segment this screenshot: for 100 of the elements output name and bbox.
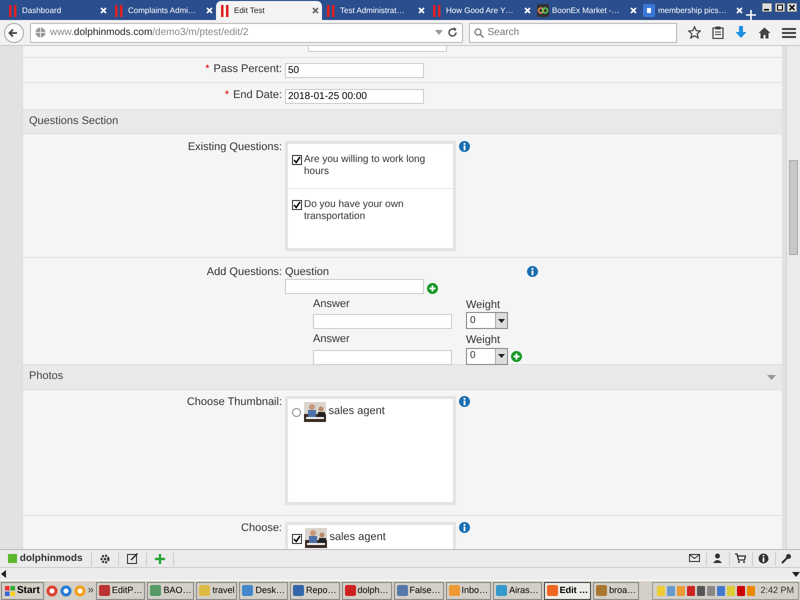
maximize-icon[interactable] [774, 2, 784, 12]
info-icon[interactable] [758, 553, 769, 564]
clock: 2:42 PM [760, 585, 794, 596]
globe-icon [35, 27, 46, 38]
info-icon [459, 522, 470, 533]
settings-icon[interactable] [100, 554, 110, 564]
taskbar-button[interactable]: Edit … [544, 582, 592, 600]
star-icon[interactable] [688, 26, 701, 39]
browser-tab[interactable]: BoonEx Market -… [534, 1, 640, 20]
wrench-icon[interactable] [781, 553, 792, 564]
checkbox[interactable] [292, 200, 302, 210]
favicon-icon [219, 4, 231, 17]
clipboard-icon[interactable] [712, 26, 724, 39]
field-label: Weight [466, 299, 502, 312]
browser-tab[interactable]: Test Administrat… [322, 1, 428, 20]
required-mark: * [224, 89, 230, 102]
dropdown-icon[interactable] [434, 30, 442, 36]
app-icon [98, 585, 110, 596]
checkbox[interactable] [292, 534, 302, 544]
windows-logo-icon [5, 586, 15, 596]
user-icon[interactable] [712, 553, 723, 564]
add-icon[interactable] [154, 554, 165, 564]
text-field[interactable] [313, 350, 452, 365]
search-field[interactable]: Search [468, 22, 676, 42]
app-icon [546, 585, 558, 596]
download-icon[interactable] [735, 26, 747, 39]
taskbar-button[interactable]: dolph… [342, 582, 392, 600]
start-button[interactable]: Start [1, 582, 44, 600]
taskbar-button[interactable]: Inbo… [446, 582, 492, 600]
scrollbar[interactable] [786, 46, 800, 549]
field-label: Pass Percent: [214, 63, 282, 76]
app-icon [448, 585, 460, 596]
taskbar-button[interactable]: Airas… [493, 582, 542, 600]
favicon-icon [431, 4, 443, 17]
cart-icon[interactable] [735, 553, 746, 564]
favicon-icon [7, 4, 19, 17]
browser-tab[interactable]: How Good Are Y… [428, 1, 534, 20]
required-mark: * [205, 63, 210, 76]
app-icon[interactable] [60, 584, 72, 596]
info-icon [459, 396, 470, 407]
favicon-icon [537, 4, 549, 17]
browser-tab[interactable]: Edit Test [216, 1, 322, 20]
caret-icon [498, 354, 505, 358]
section-title: Questions Section [29, 114, 118, 128]
favicon-icon [643, 4, 655, 17]
arrow-left-icon[interactable] [0, 570, 8, 578]
question-text: Do you have your own transportation [304, 199, 405, 223]
info-icon [527, 266, 538, 277]
app-icon [596, 585, 608, 596]
text-field[interactable]: 2018-01-25 00:00 [285, 88, 424, 104]
radio-button[interactable] [292, 408, 301, 416]
add-icon[interactable] [426, 283, 438, 294]
app-icon [292, 585, 304, 596]
edit-icon[interactable] [126, 553, 138, 564]
mail-icon[interactable] [689, 553, 700, 564]
close-icon[interactable] [787, 2, 798, 12]
photo-caption: sales agent [330, 531, 386, 545]
app-icon[interactable] [46, 584, 58, 596]
menu-icon[interactable] [782, 26, 796, 38]
taskbar-button[interactable]: travel [196, 582, 238, 600]
weight-select[interactable]: 0 [466, 348, 508, 365]
more-button[interactable]: » [88, 584, 94, 598]
taskbar-button[interactable]: False… [394, 582, 444, 600]
back-icon[interactable] [4, 22, 24, 42]
text-field[interactable] [285, 279, 424, 294]
field-label: Answer [313, 298, 351, 312]
field-label: End Date: [233, 89, 282, 102]
scrollbar[interactable] [0, 567, 800, 580]
minimize-icon[interactable] [762, 2, 772, 12]
field-label: Question [285, 266, 330, 280]
question-text: Are you willing to work long hours [304, 154, 426, 178]
field-label: Add Questions: [206, 266, 282, 278]
input-field[interactable] [308, 46, 447, 52]
site-name[interactable]: dolphinmods [20, 552, 83, 564]
add-icon[interactable] [510, 350, 522, 362]
taskbar-button[interactable]: Repo… [290, 582, 340, 600]
browser-tab[interactable]: Complaints Admi… [110, 1, 216, 20]
browser-tab[interactable]: membership pics… [640, 1, 746, 20]
scroll-thumb[interactable] [789, 160, 798, 255]
app-icon [496, 585, 508, 596]
taskbar-button[interactable]: EditP… [96, 582, 146, 600]
address-field[interactable]: www.dolphinmods.com/demo3/m/ptest/edit/2 [30, 22, 462, 42]
app-icon [344, 585, 356, 596]
field-label: Weight [466, 334, 502, 348]
new-tab-icon[interactable] [746, 10, 756, 20]
weight-select[interactable]: 0 [466, 312, 508, 330]
taskbar-button[interactable]: Desk… [239, 582, 288, 600]
field-label: Choose Thumbnail: [186, 396, 282, 408]
text-field[interactable]: 50 [285, 62, 424, 78]
field-label: Existing Questions: [188, 141, 282, 153]
checkbox[interactable] [292, 155, 302, 165]
field-label: Choose: [241, 522, 282, 534]
favicon-icon [113, 4, 125, 17]
arrow-down-icon[interactable] [792, 570, 800, 578]
taskbar-button[interactable]: broa… [593, 582, 640, 600]
text-field[interactable] [313, 314, 452, 330]
taskbar-button[interactable]: BAO… [147, 582, 194, 600]
reload-icon[interactable] [446, 27, 458, 38]
home-icon[interactable] [758, 26, 771, 38]
browser-tab[interactable]: Dashboard [4, 1, 110, 20]
